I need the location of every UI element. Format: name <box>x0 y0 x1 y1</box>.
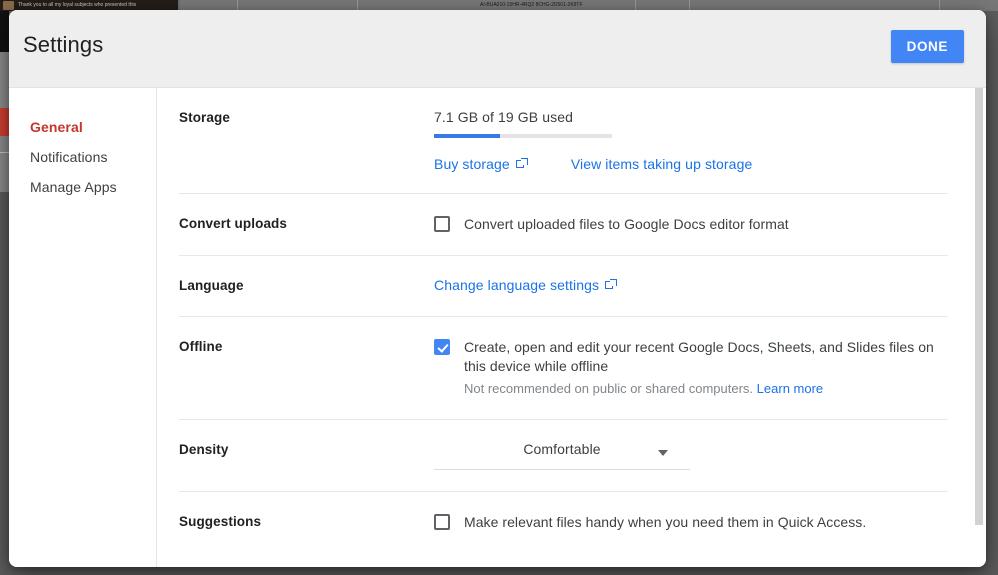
offline-sub-text: Not recommended on public or shared comp… <box>464 380 942 398</box>
change-language-label: Change language settings <box>434 277 600 293</box>
external-link-icon <box>515 157 528 170</box>
background-caption: Thank you to all my loyal subjects who p… <box>18 2 137 8</box>
chevron-down-icon <box>658 450 668 456</box>
change-language-settings-link[interactable]: Change language settings <box>434 277 618 293</box>
suggestions-checkbox[interactable] <box>434 514 450 530</box>
offline-learn-more-link[interactable]: Learn more <box>757 381 823 396</box>
storage-used-text: 7.1 GB of 19 GB used <box>434 109 573 125</box>
density-selected-value: Comfortable <box>523 441 601 457</box>
page-title: Settings <box>23 32 104 57</box>
done-button[interactable]: DONE <box>890 30 964 63</box>
storage-links: Buy storage View items taking up storage <box>434 156 948 172</box>
external-link-icon <box>605 278 618 291</box>
section-label-offline: Offline <box>179 339 223 354</box>
background-left-divider <box>0 152 9 153</box>
offline-checkbox[interactable] <box>434 339 450 355</box>
section-convert-uploads: Convert uploads Convert uploaded files t… <box>179 194 948 256</box>
section-density: Density Comfortable <box>179 420 948 492</box>
suggestions-row: Make relevant files handy when you need … <box>434 513 948 532</box>
scrollbar-thumb[interactable] <box>975 88 983 525</box>
offline-label[interactable]: Create, open and edit your recent Google… <box>464 338 942 376</box>
view-storage-items-link[interactable]: View items taking up storage <box>571 156 753 172</box>
background-left-red-block <box>0 108 9 136</box>
section-label-suggestions: Suggestions <box>179 514 262 529</box>
dialog-header: Settings DONE <box>9 10 986 88</box>
offline-row: Create, open and edit your recent Google… <box>434 338 948 398</box>
settings-content: Storage 7.1 GB of 19 GB used Buy storage… <box>157 88 986 567</box>
settings-dialog: Settings DONE General Notifications Mana… <box>9 10 986 567</box>
section-label-storage: Storage <box>179 110 230 125</box>
dialog-body: General Notifications Manage Apps Storag… <box>9 88 986 567</box>
storage-progress-track <box>434 134 612 138</box>
section-storage: Storage 7.1 GB of 19 GB used Buy storage… <box>179 88 948 194</box>
section-label-language: Language <box>179 278 244 293</box>
storage-progress-fill <box>434 134 500 138</box>
section-offline: Offline Create, open and edit your recen… <box>179 317 948 420</box>
background-thumbnail <box>3 1 14 10</box>
section-label-density: Density <box>179 442 229 457</box>
convert-uploads-checkbox[interactable] <box>434 216 450 232</box>
convert-uploads-label[interactable]: Convert uploaded files to Google Docs ed… <box>464 215 789 234</box>
section-label-convert-uploads: Convert uploads <box>179 216 288 231</box>
offline-sub-label: Not recommended on public or shared comp… <box>464 381 754 396</box>
suggestions-label[interactable]: Make relevant files handy when you need … <box>464 513 866 532</box>
convert-uploads-row: Convert uploaded files to Google Docs ed… <box>434 215 948 234</box>
density-dropdown[interactable]: Comfortable <box>434 439 690 470</box>
sidebar-item-notifications[interactable]: Notifications <box>9 142 156 172</box>
section-language: Language Change language settings <box>179 256 948 317</box>
sidebar-item-manage-apps[interactable]: Manage Apps <box>9 172 156 202</box>
section-suggestions: Suggestions Make relevant files handy wh… <box>179 492 948 553</box>
content-scrollbar[interactable] <box>975 88 984 567</box>
background-left-black-block <box>0 11 9 53</box>
settings-sidebar: General Notifications Manage Apps <box>9 88 157 567</box>
background-doc-text: AI-BUA010-15HR-4RQ2 8CHG-2D501-2K9TF <box>480 2 583 8</box>
buy-storage-label: Buy storage <box>434 156 510 172</box>
buy-storage-link[interactable]: Buy storage <box>434 156 528 172</box>
sidebar-item-general[interactable]: General <box>9 112 156 142</box>
